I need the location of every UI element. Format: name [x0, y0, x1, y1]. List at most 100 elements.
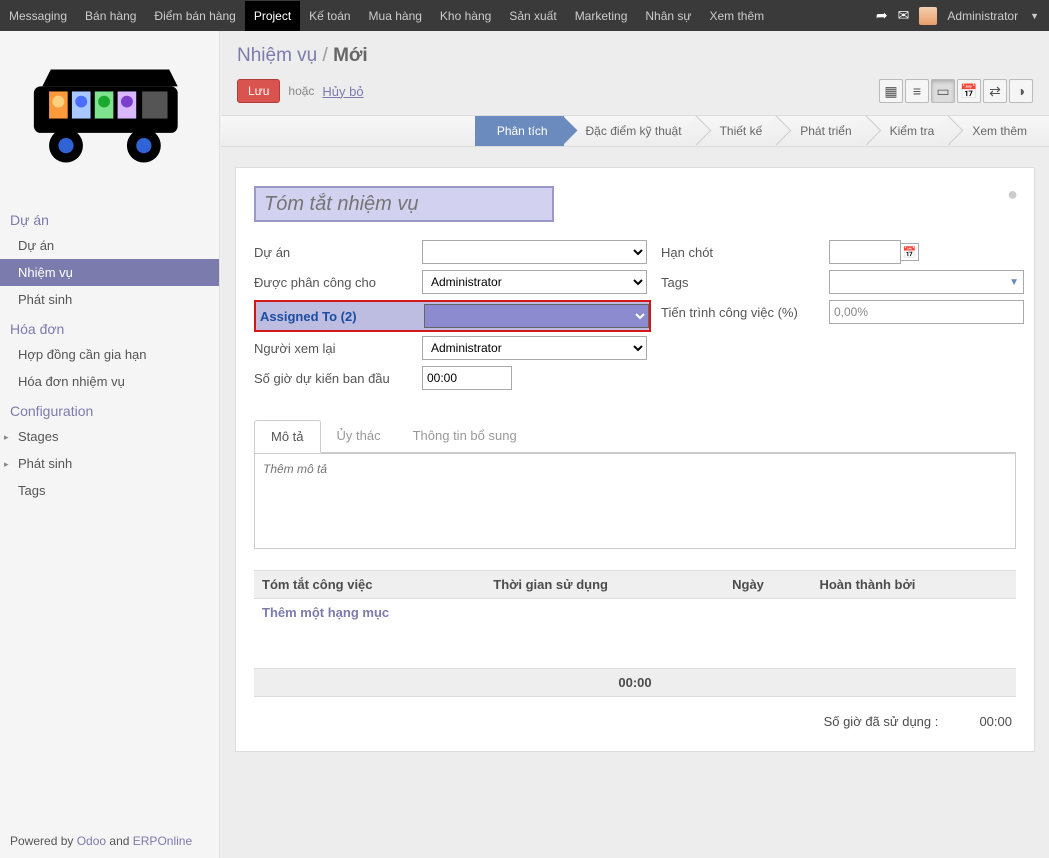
sidebar-item-label: Phát sinh [18, 292, 72, 307]
nav-điểm-bán-hàng[interactable]: Điểm bán hàng [145, 1, 244, 31]
tab-thông-tin-bổ-sung[interactable]: Thông tin bổ sung [397, 420, 533, 452]
sidebar-item-label: Nhiệm vụ [18, 265, 73, 280]
topnav-right: ➦ ✉ Administrator ▼ [876, 7, 1049, 25]
stage-đặc-điểm-kỹ-thuật[interactable]: Đặc điểm kỹ thuật [564, 116, 698, 146]
sidebar-item-hóa-đơn-nhiệm-vụ[interactable]: Hóa đơn nhiệm vụ [0, 368, 219, 395]
tags-select[interactable]: ▼ [829, 270, 1024, 294]
odoo-link[interactable]: Odoo [77, 834, 106, 848]
breadcrumb: Nhiệm vụ / Mới [237, 45, 368, 67]
gantt-icon[interactable]: ⇄ [983, 79, 1007, 103]
reviewer-select[interactable]: Administrator [422, 336, 647, 360]
add-line-link[interactable]: Thêm một hạng mục [262, 605, 389, 620]
nav-messaging[interactable]: Messaging [0, 1, 76, 31]
assigned-label: Được phân công cho [254, 271, 422, 294]
form-icon[interactable]: ▭ [931, 79, 955, 103]
deadline-label: Hạn chót [661, 241, 829, 264]
stage-phân-tích[interactable]: Phân tích [475, 116, 564, 146]
nav-kho-hàng[interactable]: Kho hàng [431, 1, 500, 31]
nav-project[interactable]: Project [245, 1, 300, 31]
sidebar-item-label: Hóa đơn nhiệm vụ [18, 374, 125, 389]
sidebar-item-stages[interactable]: ▸ Stages [0, 423, 219, 450]
sidebar-item-phát-sinh[interactable]: ▸ Phát sinh [0, 450, 219, 477]
sidebar-item-dự-án[interactable]: Dự án [0, 232, 219, 259]
chevron-right-icon: ▸ [4, 429, 9, 445]
project-select[interactable] [422, 240, 647, 264]
col-hoàn-thành-bởi: Hoàn thành bởi [811, 571, 1016, 599]
assigned-select[interactable]: Administrator [422, 270, 647, 294]
sidebar-item-nhiệm-vụ[interactable]: Nhiệm vụ [0, 259, 219, 286]
erponline-link[interactable]: ERPOnline [133, 834, 192, 848]
sidebar-item-label: Phát sinh [18, 456, 72, 471]
sidebar-section-dự-án: Dự án [0, 204, 219, 232]
stage-phát-triển[interactable]: Phát triển [778, 116, 867, 146]
assigned2-label: Assigned To (2) [256, 305, 424, 328]
sidebar-item-label: Hợp đồng cần gia hạn [18, 347, 147, 362]
graph-icon[interactable]: ◑ [1009, 79, 1033, 103]
nav-bán-hàng[interactable]: Bán hàng [76, 1, 145, 31]
nav-marketing[interactable]: Marketing [566, 1, 637, 31]
sidebar-item-label: Tags [18, 483, 45, 498]
breadcrumb-parent[interactable]: Nhiệm vụ [237, 45, 317, 66]
calendar-icon[interactable]: 📅 [901, 243, 919, 261]
form-tabs: Mô tảỦy thácThông tin bổ sung [254, 420, 1016, 453]
logo [0, 31, 219, 204]
progress-label: Tiến trình công việc (%) [661, 301, 829, 324]
stage-xem-thêm[interactable]: Xem thêm [950, 116, 1043, 146]
chevron-down-icon: ▼ [1009, 277, 1019, 288]
save-button[interactable]: Lưu [237, 79, 280, 103]
nav-nhân-sự[interactable]: Nhân sự [636, 1, 700, 31]
planned-hours-label: Số giờ dự kiến ban đầu [254, 367, 422, 390]
sidebar-item-phát-sinh[interactable]: Phát sinh [0, 286, 219, 313]
hours-spent-label: Số giờ đã sử dụng : [824, 714, 939, 729]
col-thời-gian-sử-dụng: Thời gian sử dụng [485, 571, 724, 599]
deadline-input[interactable] [829, 240, 901, 264]
inbox-icon[interactable]: ➦ [876, 7, 888, 24]
topnav-menu: MessagingBán hàngĐiểm bán hàngProjectKế … [0, 1, 773, 31]
discard-link[interactable]: Hủy bỏ [322, 84, 363, 99]
breadcrumb-current: Mới [333, 45, 368, 66]
content: Nhiệm vụ / Mới Lưu hoặc Hủy bỏ ▦≡▭📅⇄◑ Ph… [220, 31, 1049, 858]
bus-logo-icon [25, 61, 195, 171]
hours-spent-row: Số giờ đã sử dụng : 00:00 [254, 697, 1016, 733]
assigned2-select[interactable] [424, 304, 649, 328]
tab-mô-tả[interactable]: Mô tả [254, 420, 321, 453]
chevron-right-icon: ▸ [4, 456, 9, 472]
sidebar-item-hợp-đồng-cần-gia-hạn[interactable]: Hợp đồng cần gia hạn [0, 341, 219, 368]
col-tóm-tắt-công-việc: Tóm tắt công việc [254, 571, 485, 599]
work-total: 00:00 [254, 668, 1016, 696]
star-icon[interactable]: ● [1007, 184, 1018, 205]
tab-ủy-thác[interactable]: Ủy thác [321, 420, 397, 452]
calendar-icon[interactable]: 📅 [957, 79, 981, 103]
reviewer-label: Người xem lại [254, 337, 422, 360]
description-textarea[interactable] [254, 453, 1016, 549]
task-summary-input[interactable] [254, 186, 554, 222]
tags-label: Tags [661, 271, 829, 294]
hours-spent-value: 00:00 [942, 714, 1012, 729]
assigned2-row: Assigned To (2) [254, 300, 651, 332]
sidebar: Dự án Dự án Nhiệm vụ Phát sinh Hóa đơn Hợp đồ… [0, 31, 220, 858]
project-label: Dự án [254, 241, 422, 264]
kanban-icon[interactable]: ▦ [879, 79, 903, 103]
form-sheet: ● Dự án Được phân công cho Administrator… [235, 167, 1035, 752]
sidebar-item-label: Stages [18, 429, 58, 444]
list-icon[interactable]: ≡ [905, 79, 929, 103]
sidebar-section-configuration: Configuration [0, 395, 219, 423]
topnav-user[interactable]: Administrator [947, 9, 1018, 23]
avatar[interactable] [919, 7, 937, 25]
planned-hours-input[interactable] [422, 366, 512, 390]
sidebar-section-hóa-đơn: Hóa đơn [0, 313, 219, 341]
chevron-down-icon: ▼ [1030, 11, 1039, 21]
footer-note: Powered by Odoo and ERPOnline [0, 824, 219, 858]
progress-input[interactable] [829, 300, 1024, 324]
topnav: MessagingBán hàngĐiểm bán hàngProjectKế … [0, 0, 1049, 31]
chat-icon[interactable]: ✉ [898, 7, 910, 24]
view-switcher: ▦≡▭📅⇄◑ [879, 79, 1033, 103]
nav-kế-toán[interactable]: Kế toán [300, 1, 359, 31]
work-table: Tóm tắt công việcThời gian sử dụngNgàyHo… [254, 570, 1016, 697]
stage-bar: Phân tíchĐặc điểm kỹ thuậtThiết kếPhát t… [221, 115, 1049, 147]
nav-mua-hàng[interactable]: Mua hàng [360, 1, 431, 31]
nav-sản-xuất[interactable]: Sản xuất [500, 1, 565, 31]
nav-xem-thêm[interactable]: Xem thêm [700, 1, 773, 31]
sidebar-item-label: Dự án [18, 238, 54, 253]
sidebar-item-tags[interactable]: Tags [0, 477, 219, 504]
